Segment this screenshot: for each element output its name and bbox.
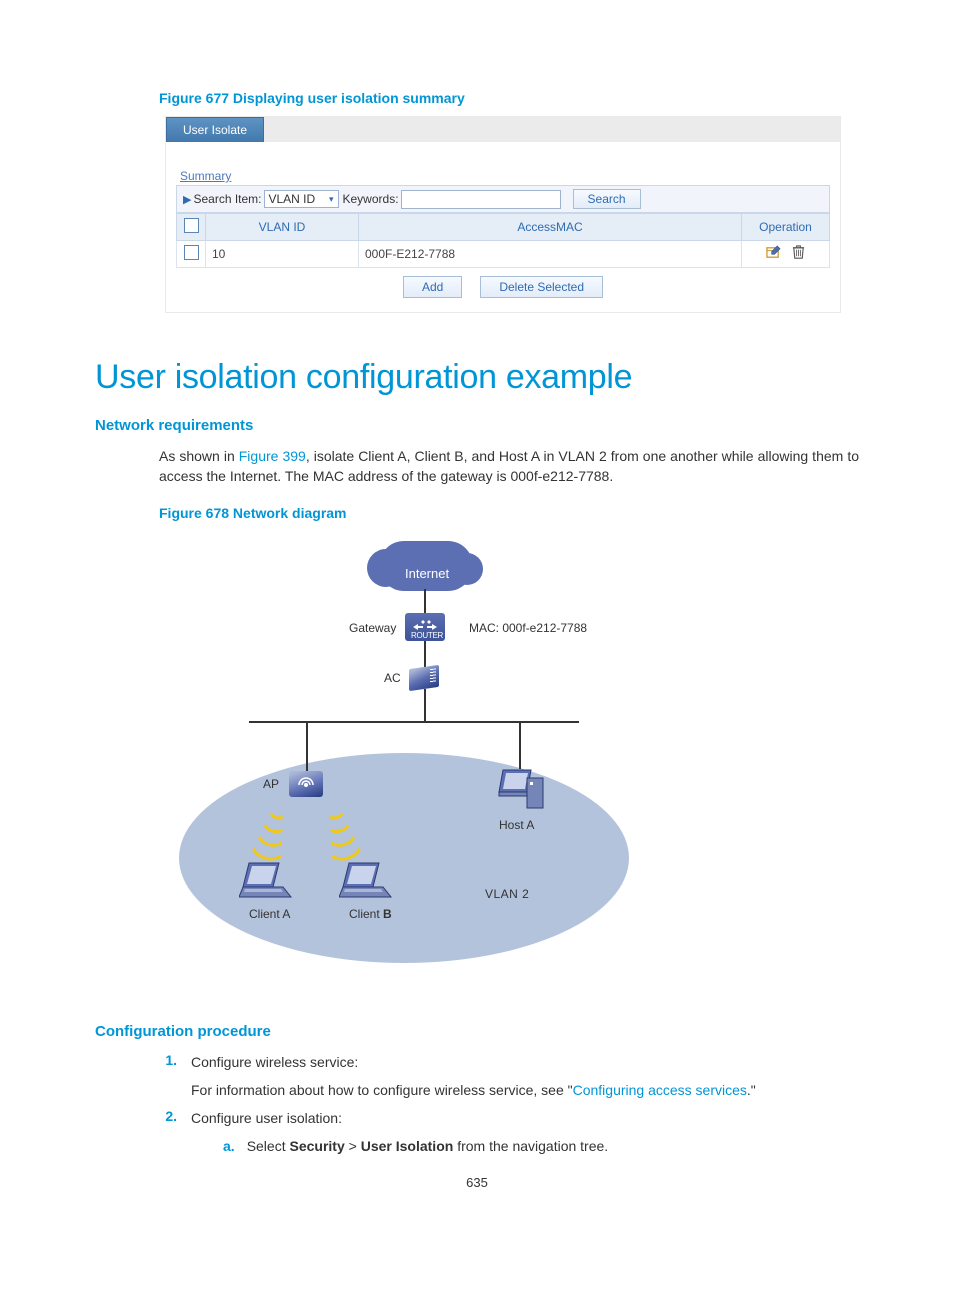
router-caption: ROUTER xyxy=(411,631,443,640)
gateway-label: Gateway xyxy=(349,621,396,635)
ac-label: AC xyxy=(384,671,401,685)
network-diagram: Internet ROUTER Gateway MAC: 000f-e212-7… xyxy=(159,533,659,983)
search-item-label: Search Item: xyxy=(193,192,261,206)
step-2-title: Configure user isolation: xyxy=(191,1108,859,1128)
table-row: 10 000F-E212-7788 xyxy=(177,241,830,268)
procedure-step-1: 1. Configure wireless service: For infor… xyxy=(159,1052,859,1101)
col-accessmac: AccessMAC xyxy=(359,214,742,241)
gateway-mac-label: MAC: 000f-e212-7788 xyxy=(469,621,587,635)
search-button[interactable]: Search xyxy=(573,189,641,209)
laptop-icon xyxy=(339,861,395,903)
host-a-label: Host A xyxy=(499,818,534,832)
router-icon: ROUTER xyxy=(405,613,445,641)
col-operation: Operation xyxy=(742,214,830,241)
ui-screenshot-container: User Isolate Summary ▶ Search Item: VLAN… xyxy=(165,116,841,313)
add-button[interactable]: Add xyxy=(403,276,462,298)
substep-letter: a. xyxy=(223,1136,235,1156)
results-table: VLAN ID AccessMAC Operation 10 000F-E212… xyxy=(176,213,830,268)
tab-user-isolate[interactable]: User Isolate xyxy=(166,117,264,142)
figure-678-caption: Figure 678 Network diagram xyxy=(159,505,859,521)
search-item-select[interactable]: VLAN ID ▾ xyxy=(264,190,339,208)
cell-mac: 000F-E212-7788 xyxy=(359,241,742,268)
step-number: 2. xyxy=(159,1108,177,1157)
step-1-title: Configure wireless service: xyxy=(191,1052,859,1072)
delete-selected-button[interactable]: Delete Selected xyxy=(480,276,603,298)
ap-label: AP xyxy=(263,777,279,791)
laptop-icon xyxy=(239,861,295,903)
search-item-value: VLAN ID xyxy=(269,192,316,206)
edit-icon[interactable] xyxy=(766,245,781,263)
row-checkbox[interactable] xyxy=(184,245,199,260)
cell-vlan: 10 xyxy=(206,241,359,268)
page-number: 635 xyxy=(466,1175,488,1190)
heading-network-requirements: Network requirements xyxy=(95,417,859,434)
select-all-checkbox[interactable] xyxy=(184,218,199,233)
network-bus-line xyxy=(249,721,579,723)
step-number: 1. xyxy=(159,1052,177,1101)
arrow-right-icon: ▶ xyxy=(183,193,191,206)
internet-cloud: Internet xyxy=(379,541,473,591)
heading-config-procedure: Configuration procedure xyxy=(95,1023,859,1040)
step-1-detail: For information about how to configure w… xyxy=(191,1080,859,1100)
figure-399-link[interactable]: Figure 399 xyxy=(239,448,306,464)
substep-a: a. Select Security > User Isolation from… xyxy=(223,1136,859,1156)
ac-icon xyxy=(409,664,439,690)
vlan-ellipse xyxy=(179,753,629,963)
keywords-label: Keywords: xyxy=(343,192,399,206)
figure-677-caption: Figure 677 Displaying user isolation sum… xyxy=(159,90,859,106)
vlan2-label: VLAN 2 xyxy=(485,887,529,901)
internet-label: Internet xyxy=(405,566,449,581)
summary-link[interactable]: Summary xyxy=(180,169,231,183)
client-b-label: Client B xyxy=(349,907,392,921)
tab-bar: User Isolate xyxy=(166,117,840,142)
col-vlan-id: VLAN ID xyxy=(206,214,359,241)
keywords-input[interactable] xyxy=(401,190,561,209)
search-bar: ▶ Search Item: VLAN ID ▾ Keywords: Searc… xyxy=(176,185,830,213)
page-title: User isolation configuration example xyxy=(95,358,859,397)
host-icon xyxy=(497,768,545,814)
configuring-access-services-link[interactable]: Configuring access services xyxy=(573,1082,747,1098)
chevron-down-icon: ▾ xyxy=(329,194,334,205)
trash-icon[interactable] xyxy=(791,245,806,263)
client-a-label: Client A xyxy=(249,907,290,921)
requirements-paragraph: As shown in Figure 399, isolate Client A… xyxy=(159,446,859,487)
ap-icon xyxy=(289,771,323,797)
procedure-step-2: 2. Configure user isolation: a. Select S… xyxy=(159,1108,859,1157)
